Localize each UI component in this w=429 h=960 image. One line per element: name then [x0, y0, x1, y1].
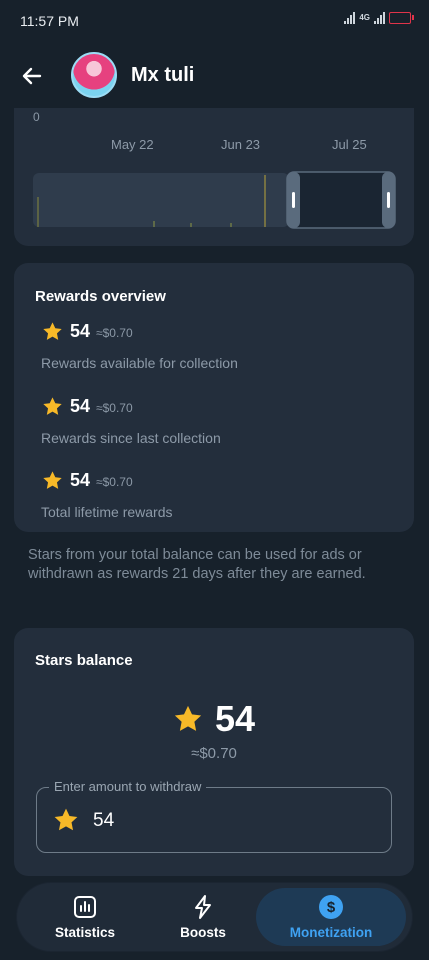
- stars-info-note: Stars from your total balance can be use…: [28, 547, 366, 582]
- back-arrow-icon[interactable]: [18, 62, 46, 90]
- app-header: Mx tuli: [0, 44, 429, 108]
- x-tick-label: Jul 25: [332, 137, 367, 152]
- reward-label: Rewards since last collection: [41, 430, 221, 446]
- rewards-overview-card: Rewards overview 54 ≈$0.70 Rewards avail…: [14, 263, 414, 532]
- stars-count: 54: [70, 396, 91, 416]
- balance-title: Stars balance: [35, 652, 133, 669]
- reward-label: Rewards available for collection: [41, 355, 238, 371]
- range-window[interactable]: [286, 171, 396, 229]
- system-icons: 4G: [344, 12, 414, 24]
- y-axis-zero-label: 0: [33, 110, 40, 124]
- tab-boosts[interactable]: Boosts: [141, 888, 265, 946]
- status-time: 11:57 PM: [20, 13, 79, 29]
- stars-count: 54: [70, 470, 91, 490]
- handle-grip: [292, 192, 295, 208]
- network-type: 4G: [359, 13, 370, 22]
- handle-grip: [387, 192, 390, 208]
- balance-stars: 54: [214, 698, 256, 739]
- x-tick-label: May 22: [111, 137, 154, 152]
- cell-signal-icon: [374, 12, 385, 24]
- usd-value: ≈$0.70: [96, 326, 133, 340]
- avatar[interactable]: [71, 52, 117, 98]
- balance-amount: 54: [14, 698, 414, 740]
- reward-label: Total lifetime rewards: [41, 504, 173, 520]
- tab-label: Monetization: [289, 925, 373, 940]
- channel-title: Mx tuli: [131, 64, 195, 86]
- star-icon: [54, 808, 78, 831]
- chart-icon: [74, 896, 96, 918]
- tab-monetization[interactable]: $ Monetization: [256, 888, 406, 946]
- tab-label: Statistics: [54, 925, 116, 940]
- battery-icon: [389, 12, 414, 24]
- lightning-icon: [195, 895, 211, 919]
- tab-statistics[interactable]: Statistics: [23, 888, 147, 946]
- wifi-signal-icon: [344, 12, 356, 24]
- stars-balance-card: Stars balance 54 ≈$0.70 Enter amount to …: [14, 628, 414, 876]
- withdraw-amount-input[interactable]: [93, 808, 293, 834]
- dollar-icon: $: [319, 895, 343, 919]
- usd-value: ≈$0.70: [96, 401, 133, 415]
- withdraw-field-label: Enter amount to withdraw: [49, 779, 207, 794]
- star-icon: [43, 322, 62, 340]
- stars-count: 54: [70, 321, 91, 341]
- range-overview-dimmed: [33, 173, 289, 227]
- rewards-title: Rewards overview: [35, 288, 166, 305]
- status-bar: 11:57 PM 4G: [0, 0, 429, 44]
- star-icon: [43, 471, 62, 489]
- tab-label: Boosts: [180, 925, 226, 940]
- usd-value: ≈$0.70: [96, 475, 133, 489]
- balance-usd: ≈$0.70: [191, 745, 237, 762]
- x-tick-label: Jun 23: [221, 137, 261, 152]
- reward-amount: 54 ≈$0.70: [42, 396, 133, 417]
- bottom-tab-bar: Statistics Boosts $ Monetization: [17, 883, 412, 951]
- withdraw-field[interactable]: Enter amount to withdraw: [36, 779, 392, 853]
- svg-text:$: $: [327, 899, 336, 916]
- star-icon: [174, 705, 202, 731]
- reward-amount: 54 ≈$0.70: [42, 321, 133, 342]
- star-icon: [43, 397, 62, 415]
- reward-amount: 54 ≈$0.70: [42, 470, 133, 491]
- range-selector[interactable]: [33, 171, 396, 229]
